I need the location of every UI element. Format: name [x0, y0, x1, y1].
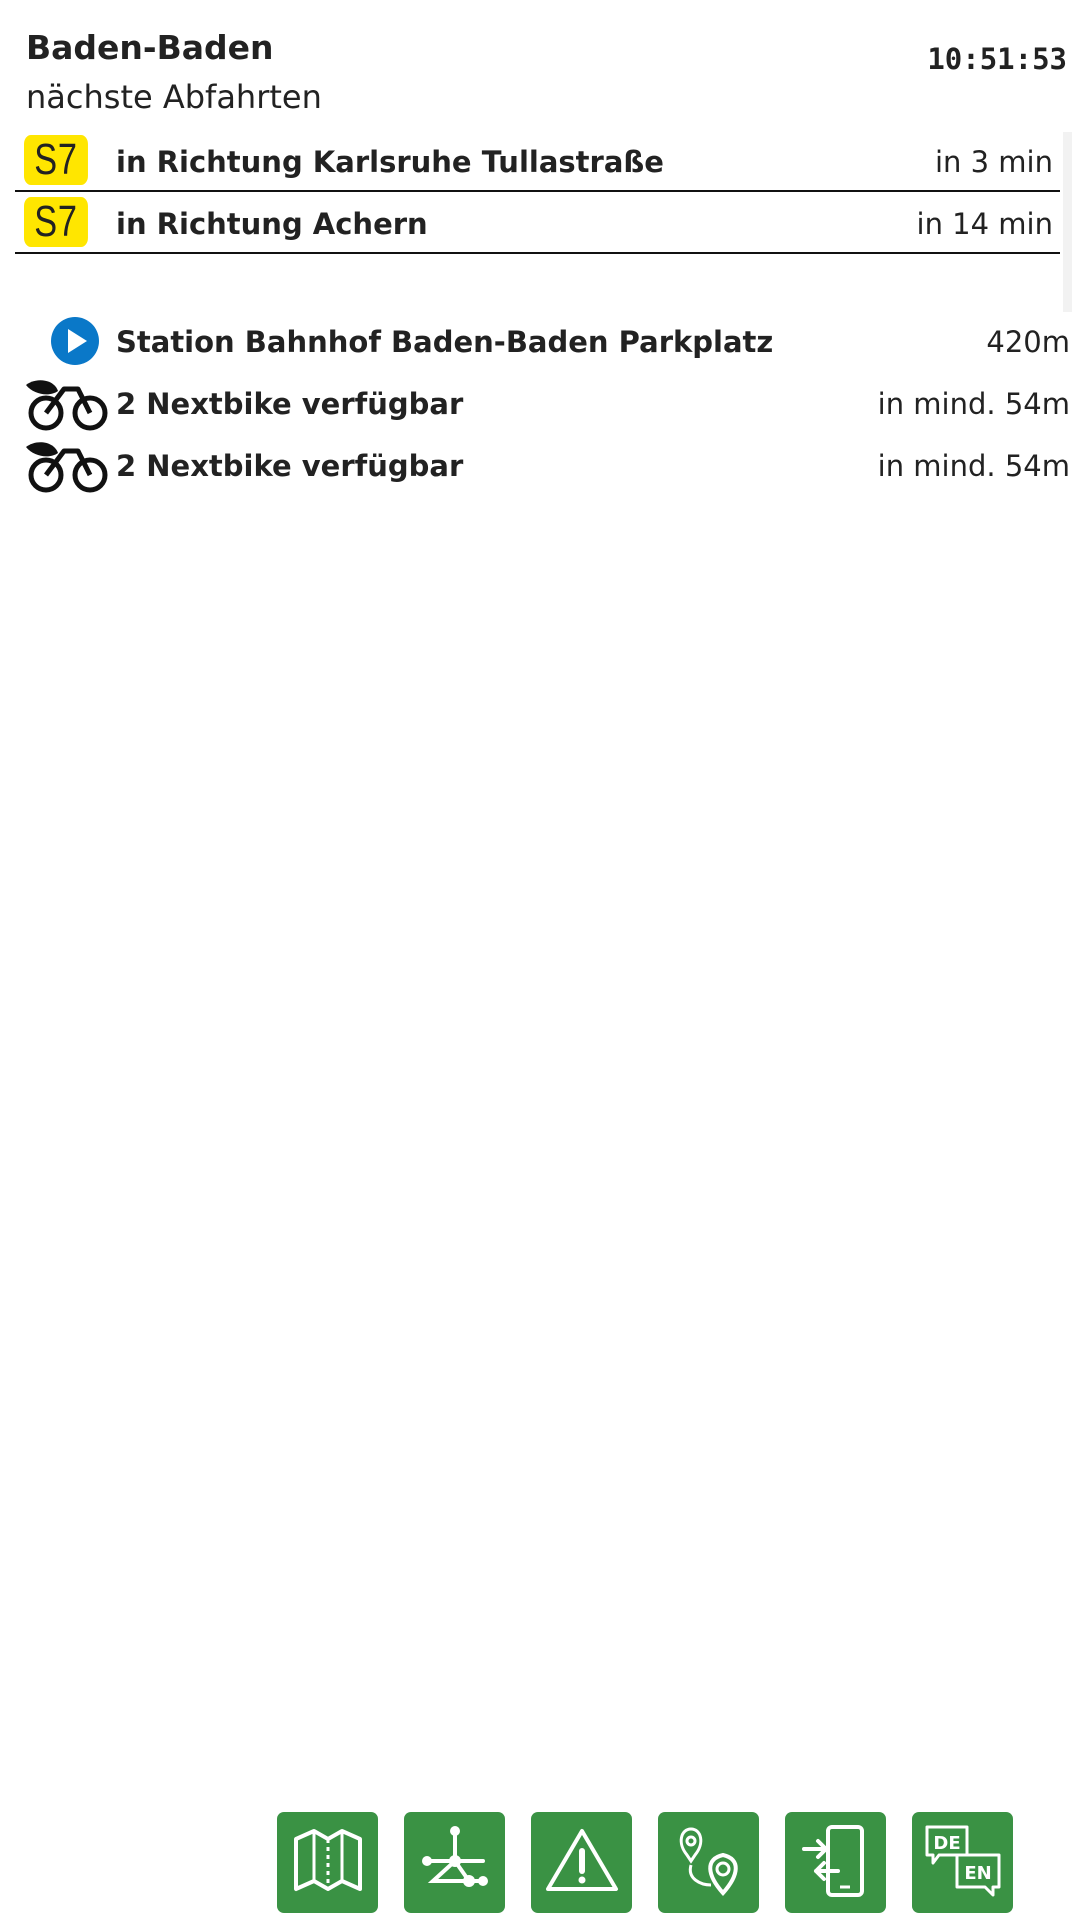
departure-list: S7 in Richtung Karlsruhe Tullastraße in … — [15, 132, 1060, 256]
language-de-label: DE — [933, 1833, 960, 1854]
mobility-label: Station Bahnhof Baden-Baden Parkplatz — [116, 325, 774, 359]
map-icon — [286, 1819, 370, 1907]
network-button[interactable] — [404, 1812, 505, 1913]
play-circle-icon — [24, 313, 110, 369]
warning-icon — [540, 1819, 624, 1907]
line-badge: S7 — [24, 135, 88, 185]
departure-time: in 14 min — [916, 207, 1053, 241]
departure-direction: in Richtung Karlsruhe Tullastraße — [116, 145, 664, 179]
route-pin-icon — [667, 1819, 751, 1907]
language-button[interactable]: DE EN — [912, 1812, 1013, 1913]
route-button[interactable] — [658, 1812, 759, 1913]
warning-button[interactable] — [531, 1812, 632, 1913]
language-en-label: EN — [964, 1863, 991, 1884]
departure-direction: in Richtung Achern — [116, 207, 428, 241]
page-subtitle: nächste Abfahrten — [26, 78, 322, 116]
mobility-distance: in mind. 54m — [877, 387, 1070, 421]
mobility-row[interactable]: 2 Nextbike verfügbar in mind. 54m — [15, 375, 1070, 437]
mobility-row[interactable]: 2 Nextbike verfügbar in mind. 54m — [15, 437, 1070, 499]
nextbike-icon — [24, 375, 110, 431]
scrollbar[interactable] — [1063, 132, 1072, 312]
mobility-list: Station Bahnhof Baden-Baden Parkplatz 42… — [15, 313, 1070, 499]
language-switch-icon: DE EN — [921, 1819, 1005, 1907]
phone-transfer-icon — [794, 1819, 878, 1907]
departure-time: in 3 min — [934, 145, 1053, 179]
mobility-row[interactable]: Station Bahnhof Baden-Baden Parkplatz 42… — [15, 313, 1070, 375]
network-icon — [413, 1819, 497, 1907]
line-badge: S7 — [24, 197, 88, 247]
map-button[interactable] — [277, 1812, 378, 1913]
phone-transfer-button[interactable] — [785, 1812, 886, 1913]
mobility-distance: 420m — [986, 325, 1070, 359]
departure-row[interactable]: S7 in Richtung Karlsruhe Tullastraße in … — [15, 132, 1060, 192]
page-title: Baden-Baden — [26, 28, 274, 67]
clock: 10:51:53 — [927, 42, 1067, 76]
mobility-label: 2 Nextbike verfügbar — [116, 449, 464, 483]
bottom-toolbar: DE EN — [277, 1812, 1013, 1913]
mobility-label: 2 Nextbike verfügbar — [116, 387, 464, 421]
mobility-distance: in mind. 54m — [877, 449, 1070, 483]
departure-row[interactable]: S7 in Richtung Achern in 14 min — [15, 194, 1060, 254]
nextbike-icon — [24, 437, 110, 493]
